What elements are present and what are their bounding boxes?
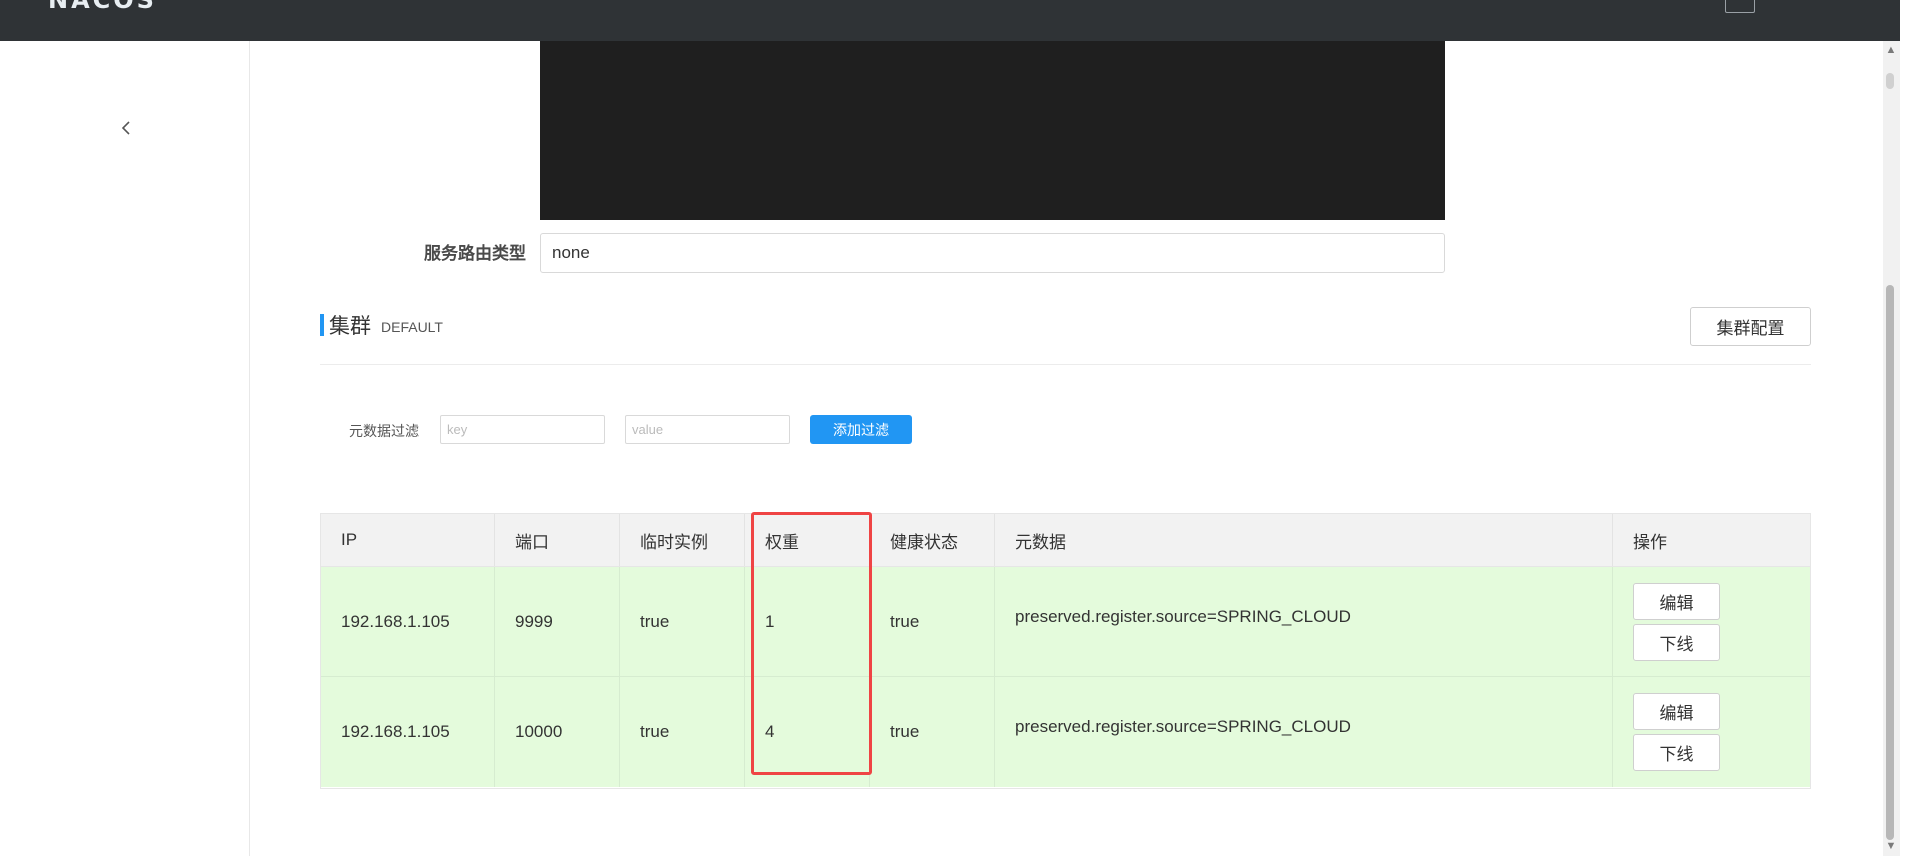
metadata-filter-label: 元数据过滤 [349,423,419,439]
cell-weight: 1 [745,567,870,676]
cluster-section-title: 集群 DEFAULT [320,313,443,338]
cluster-config-button[interactable]: 集群配置 [1690,307,1811,346]
cell-actions: 编辑 下线 [1613,677,1810,787]
logo: NACOS [48,0,157,14]
section-divider [320,364,1811,365]
scroll-down-icon[interactable]: ▼ [1885,841,1897,852]
edit-button[interactable]: 编辑 [1633,582,1720,620]
title-accent-bar [320,314,324,336]
cell-port: 9999 [495,567,620,676]
add-filter-button[interactable]: 添加过滤 [810,415,912,444]
edit-button[interactable]: 编辑 [1633,693,1720,730]
scrollbar-top-thumb[interactable] [1886,73,1894,89]
header-metadata: 元数据 [995,514,1613,566]
route-type-label: 服务路由类型 [424,244,526,263]
cell-ephemeral: true [620,567,745,676]
cell-metadata: preserved.register.source=SPRING_CLOUD [995,677,1613,787]
collapse-sidebar-button[interactable] [116,118,136,138]
scrollbar-thumb[interactable] [1886,285,1894,840]
header-actions: 操作 [1633,532,1667,552]
menu-box-icon[interactable] [1725,0,1755,13]
table-header: IP 端口 临时实例 权重 健康状态 元数据 操作 [321,514,1810,567]
sidebar [0,41,250,856]
header-health: 健康状态 [870,514,995,566]
route-type-field[interactable]: none [540,233,1445,273]
instance-table: IP 端口 临时实例 权重 健康状态 元数据 操作 192.168.1.105 … [320,513,1811,789]
cell-ephemeral: true [620,677,745,787]
cell-ip: 192.168.1.105 [321,567,495,676]
cell-port: 10000 [495,677,620,787]
filter-value-input[interactable]: value [625,415,790,444]
cluster-name: DEFAULT [381,318,443,335]
header-ephemeral: 临时实例 [620,514,745,566]
header-weight: 权重 [745,514,870,566]
cell-ip: 192.168.1.105 [321,677,495,787]
filter-key-input[interactable]: key [440,415,605,444]
cell-metadata: preserved.register.source=SPRING_CLOUD [995,567,1613,676]
scroll-up-icon[interactable]: ▲ [1885,45,1897,56]
top-nav-bar: NACOS [0,0,1900,41]
cell-actions: 编辑 下线 [1613,567,1810,676]
chevron-left-icon [121,121,130,135]
offline-button[interactable]: 下线 [1633,734,1720,771]
editor-panel [540,41,1445,220]
table-row: 192.168.1.105 9999 true 1 true preserved… [321,567,1810,677]
header-port: 端口 [495,514,620,566]
offline-button[interactable]: 下线 [1633,623,1720,661]
table-row: 192.168.1.105 10000 true 4 true preserve… [321,677,1810,787]
header-ip: IP [321,514,495,566]
cluster-title: 集群 [329,315,371,338]
cell-weight: 4 [745,677,870,787]
cell-health: true [870,567,995,676]
cell-health: true [870,677,995,787]
